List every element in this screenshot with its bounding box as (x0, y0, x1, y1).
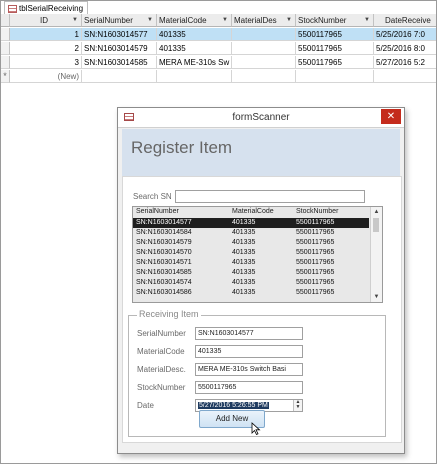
table-row[interactable]: 1 SN:N1603014577 401335 5500117965 5/25/… (1, 28, 436, 42)
form-heading: Register Item (131, 138, 233, 157)
cell-stock[interactable] (296, 70, 374, 83)
serial-number-label: SerialNumber (137, 329, 186, 338)
list-item[interactable]: SN:N1603014585 401335 5500117965 (133, 268, 369, 278)
listbox-header: SerialNumber MaterialCode StockNumber (133, 208, 369, 218)
sort-arrow-icon[interactable]: ▼ (222, 14, 228, 26)
search-sn-input[interactable] (175, 190, 365, 203)
row-selector[interactable] (1, 56, 10, 69)
column-header-material-desc[interactable]: MaterialDes ▼ (232, 14, 296, 27)
date-spin-icon[interactable]: ▲ ▼ (293, 400, 302, 411)
cell-stock[interactable]: 5500117965 (296, 28, 374, 41)
new-row-marker: * (1, 70, 10, 83)
cell-desc[interactable] (232, 42, 296, 55)
date-label: Date (137, 401, 154, 410)
sort-arrow-icon[interactable]: ▼ (147, 14, 153, 26)
table-row[interactable]: 2 SN:N1603014579 401335 5500117965 5/25/… (1, 42, 436, 56)
new-record-row[interactable]: * (New) (1, 70, 436, 84)
sort-arrow-icon[interactable]: ▼ (364, 14, 370, 26)
cell-id[interactable]: 2 (10, 42, 82, 55)
cell-stock[interactable]: 5500117965 (296, 42, 374, 55)
stock-number-label: StockNumber (137, 383, 186, 392)
form-header: Register Item (122, 129, 400, 177)
cell-date[interactable]: 5/25/2016 8:0 (374, 42, 436, 55)
scroll-down-icon[interactable]: ▼ (371, 292, 382, 302)
cell-serial[interactable]: SN:N1603014585 (82, 56, 157, 69)
row-selector[interactable] (1, 42, 10, 55)
mouse-pointer-icon (251, 422, 261, 435)
table-icon (8, 4, 17, 13)
list-item[interactable]: SN:N1603014577 401335 5500117965 (133, 218, 369, 228)
row-selector[interactable] (1, 28, 10, 41)
list-item[interactable]: SN:N1603014571 401335 5500117965 (133, 258, 369, 268)
cell-material[interactable]: MERA ME-310s Sw (157, 56, 232, 69)
tab-label: tblSerialReceiving (19, 4, 84, 13)
window-titlebar[interactable]: formScanner ✕ (118, 108, 404, 128)
scroll-thumb[interactable] (373, 218, 379, 232)
column-header-serial-number[interactable]: SerialNumber ▼ (82, 14, 157, 27)
listbox-header-serial: SerialNumber (136, 208, 179, 215)
column-header-stock-number[interactable]: StockNumber ▼ (296, 14, 374, 27)
cell-stock[interactable]: 5500117965 (296, 56, 374, 69)
table-row[interactable]: 3 SN:N1603014585 MERA ME-310s Sw 5500117… (1, 56, 436, 70)
select-all-corner[interactable] (1, 14, 10, 27)
material-desc-field[interactable]: MERA ME-310s Switch Basi (195, 363, 303, 376)
access-document-area: tblSerialReceiving ID ▼ SerialNumber ▼ Mat… (0, 0, 437, 464)
cell-date[interactable]: 5/27/2016 5:2 (374, 56, 436, 69)
listbox-scrollbar[interactable]: ▲ ▼ (370, 207, 382, 302)
list-item[interactable]: SN:N1603014579 401335 5500117965 (133, 238, 369, 248)
stock-number-field[interactable]: 5500117965 (195, 381, 303, 394)
material-code-field[interactable]: 401335 (195, 345, 303, 358)
cell-material[interactable]: 401335 (157, 28, 232, 41)
list-item[interactable]: SN:N1603014584 401335 5500117965 (133, 228, 369, 238)
list-item[interactable]: SN:N1603014574 401335 5500117965 (133, 278, 369, 288)
form-detail: Search SN SerialNumber MaterialCode Stoc… (122, 176, 402, 443)
close-button[interactable]: ✕ (381, 109, 401, 124)
tab-tbl-serial-receiving[interactable]: tblSerialReceiving (4, 1, 89, 15)
serial-listbox[interactable]: SerialNumber MaterialCode StockNumber SN… (132, 206, 383, 303)
datasheet-header: ID ▼ SerialNumber ▼ MaterialCode ▼ Material… (1, 14, 436, 28)
cell-id[interactable]: 1 (10, 28, 82, 41)
cell-desc[interactable] (232, 28, 296, 41)
column-header-material-code[interactable]: MaterialCode ▼ (157, 14, 232, 27)
column-header-date-received[interactable]: DateReceive (374, 14, 436, 27)
cell-serial[interactable]: SN:N1603014577 (82, 28, 157, 41)
column-header-id[interactable]: ID ▼ (10, 14, 82, 27)
listbox-header-material: MaterialCode (232, 208, 274, 215)
material-code-label: MaterialCode (137, 347, 185, 356)
window-title: formScanner (232, 112, 290, 123)
cell-id[interactable]: 3 (10, 56, 82, 69)
new-row-label[interactable]: (New) (10, 70, 82, 83)
listbox-header-stock: StockNumber (296, 208, 339, 215)
cell-date[interactable] (374, 70, 436, 83)
material-desc-label: MaterialDesc. (137, 365, 186, 374)
search-sn-label: Search SN (133, 192, 172, 201)
cell-serial[interactable]: SN:N1603014579 (82, 42, 157, 55)
cell-material[interactable] (157, 70, 232, 83)
receiving-item-legend: Receiving Item (137, 309, 201, 319)
cell-serial[interactable] (82, 70, 157, 83)
sort-arrow-icon[interactable]: ▼ (286, 14, 292, 26)
scroll-up-icon[interactable]: ▲ (371, 207, 382, 217)
cell-material[interactable]: 401335 (157, 42, 232, 55)
list-item[interactable]: SN:N1603014586 401335 5500117965 (133, 288, 369, 298)
cell-date[interactable]: 5/25/2016 7:0 (374, 28, 436, 41)
serial-number-field[interactable]: SN:N1603014577 (195, 327, 303, 340)
cell-desc[interactable] (232, 70, 296, 83)
cell-desc[interactable] (232, 56, 296, 69)
sort-arrow-icon[interactable]: ▼ (72, 14, 78, 26)
list-item[interactable]: SN:N1603014570 401335 5500117965 (133, 248, 369, 258)
document-tab-strip: tblSerialReceiving (1, 1, 436, 15)
form-scanner-window: formScanner ✕ Register Item Search SN Se… (117, 107, 405, 454)
date-value: 5/27/2016 5:26:55 PM (198, 402, 269, 409)
